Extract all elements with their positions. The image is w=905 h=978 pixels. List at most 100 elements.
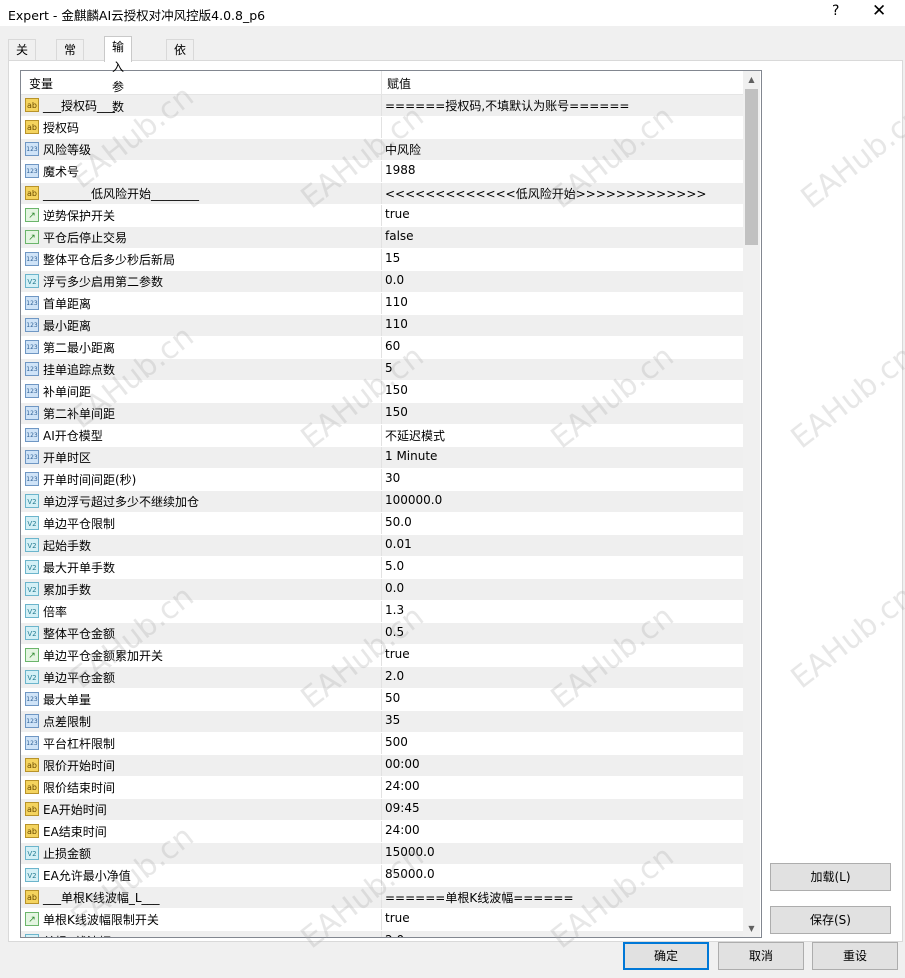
table-row[interactable]: 123 首单距离 110	[21, 293, 743, 315]
table-row[interactable]: V2 浮亏多少启用第二参数 0.0	[21, 271, 743, 293]
table-row[interactable]: 123 第二最小距离 60	[21, 337, 743, 359]
param-value[interactable]: 110	[385, 295, 408, 309]
table-row[interactable]: V2 起始手数 0.01	[21, 535, 743, 557]
table-row[interactable]: V2 单边平仓限制 50.0	[21, 513, 743, 535]
param-value[interactable]: true	[385, 911, 410, 925]
param-value[interactable]: 110	[385, 317, 408, 331]
table-row[interactable]: ab ___授权码___ ======授权码,不填默认为账号======	[21, 95, 743, 117]
param-value[interactable]: 24:00	[385, 779, 420, 793]
param-value[interactable]: 150	[385, 405, 408, 419]
table-row[interactable]: V2 止损金额 15000.0	[21, 843, 743, 865]
param-value[interactable]: 1988	[385, 163, 416, 177]
param-name: 止损金额	[43, 847, 92, 861]
scroll-down-icon[interactable]: ▼	[743, 920, 760, 937]
table-row[interactable]: 123 开单时区 1 Minute	[21, 447, 743, 469]
table-row[interactable]: ↗ 逆势保护开关 true	[21, 205, 743, 227]
double-type-icon: V2	[25, 560, 39, 574]
table-row[interactable]: ab 限价开始时间 00:00	[21, 755, 743, 777]
table-row[interactable]: ab EA结束时间 24:00	[21, 821, 743, 843]
header-value[interactable]: 赋值	[387, 75, 411, 92]
table-row[interactable]: 123 挂单追踪点数 5	[21, 359, 743, 381]
ok-button[interactable]: 确定	[623, 942, 709, 970]
save-button[interactable]: 保存(S)	[770, 906, 891, 934]
param-value[interactable]: 50.0	[385, 515, 412, 529]
load-button[interactable]: 加载(L)	[770, 863, 891, 891]
table-row[interactable]: 123 补单间距 150	[21, 381, 743, 403]
param-value[interactable]: 150	[385, 383, 408, 397]
table-row[interactable]: V2 倍率 1.3	[21, 601, 743, 623]
table-row[interactable]: 123 风险等级 中风险	[21, 139, 743, 161]
table-row[interactable]: 123 整体平仓后多少秒后新局 15	[21, 249, 743, 271]
table-row[interactable]: ab ________低风险开始________ <<<<<<<<<<<<<低风险开…	[21, 183, 743, 205]
table-row[interactable]: V2 单根K线波幅 2.0	[21, 931, 743, 937]
scroll-thumb[interactable]	[745, 89, 758, 245]
param-value[interactable]: 不延迟模式	[385, 427, 445, 444]
help-button[interactable]: ?	[832, 3, 839, 19]
tab-common[interactable]: 常用	[56, 39, 85, 77]
table-row[interactable]: 123 AI开仓模型 不延迟模式	[21, 425, 743, 447]
param-value[interactable]: 0.0	[385, 581, 404, 595]
table-row[interactable]: ↗ 平仓后停止交易 false	[21, 227, 743, 249]
table-row[interactable]: 123 点差限制 35	[21, 711, 743, 733]
table-row[interactable]: ab EA开始时间 09:45	[21, 799, 743, 821]
param-value[interactable]: ======单根K线波幅======	[385, 889, 574, 906]
vertical-scrollbar[interactable]: ▲ ▼	[743, 71, 760, 937]
param-value[interactable]: true	[385, 647, 410, 661]
param-name: 限价开始时间	[43, 759, 116, 773]
reset-button[interactable]: 重设	[812, 942, 898, 970]
param-value[interactable]: 60	[385, 339, 400, 353]
param-value[interactable]: 09:45	[385, 801, 420, 815]
param-value[interactable]: 0.01	[385, 537, 412, 551]
double-type-icon: V2	[25, 868, 39, 882]
header-variable[interactable]: 变量	[29, 75, 53, 92]
param-value[interactable]: 5.0	[385, 559, 404, 573]
table-row[interactable]: ↗ 单边平仓金额累加开关 true	[21, 645, 743, 667]
param-value[interactable]: 中风险	[385, 141, 421, 158]
param-value[interactable]: 24:00	[385, 823, 420, 837]
param-value[interactable]: 1 Minute	[385, 449, 437, 463]
param-value[interactable]: 500	[385, 735, 408, 749]
table-row[interactable]: V2 累加手数 0.0	[21, 579, 743, 601]
table-row[interactable]: 123 开单时间间距(秒) 30	[21, 469, 743, 491]
param-value[interactable]: 50	[385, 691, 400, 705]
tab-inputs[interactable]: 输入参数	[104, 36, 133, 114]
param-value[interactable]: true	[385, 207, 410, 221]
table-row[interactable]: V2 EA允许最小净值 85000.0	[21, 865, 743, 887]
param-value[interactable]: 35	[385, 713, 400, 727]
param-value[interactable]: false	[385, 229, 414, 243]
param-value[interactable]: 5	[385, 361, 393, 375]
table-row[interactable]: V2 整体平仓金额 0.5	[21, 623, 743, 645]
table-row[interactable]: ab 限价结束时间 24:00	[21, 777, 743, 799]
param-value[interactable]: 00:00	[385, 757, 420, 771]
scroll-up-icon[interactable]: ▲	[743, 71, 760, 88]
param-value[interactable]: 0.0	[385, 273, 404, 287]
param-value[interactable]: 2.0	[385, 669, 404, 683]
table-row[interactable]: 123 平台杠杆限制 500	[21, 733, 743, 755]
tab-about[interactable]: 关于	[8, 39, 37, 77]
tab-dependencies[interactable]: 依存关系	[166, 39, 195, 117]
param-value[interactable]: 1.3	[385, 603, 404, 617]
bool-type-icon: ↗	[25, 648, 39, 662]
param-value[interactable]: 30	[385, 471, 400, 485]
cancel-button[interactable]: 取消	[718, 942, 804, 970]
table-row[interactable]: 123 最大单量 50	[21, 689, 743, 711]
param-value[interactable]: 85000.0	[385, 867, 435, 881]
param-value[interactable]: 15	[385, 251, 400, 265]
close-button[interactable]: ✕	[872, 1, 886, 21]
parameter-grid[interactable]: 变量 赋值 ab ___授权码___ ======授权码,不填默认为账号======…	[20, 70, 762, 938]
param-value[interactable]: ======授权码,不填默认为账号======	[385, 97, 629, 114]
param-value[interactable]: 100000.0	[385, 493, 442, 507]
table-row[interactable]: V2 单边平仓金额 2.0	[21, 667, 743, 689]
table-row[interactable]: ab 授权码	[21, 117, 743, 139]
table-row[interactable]: V2 单边浮亏超过多少不继续加仓 100000.0	[21, 491, 743, 513]
table-row[interactable]: ab ___单根K线波幅_L___ ======单根K线波幅======	[21, 887, 743, 909]
table-row[interactable]: 123 第二补单间距 150	[21, 403, 743, 425]
table-row[interactable]: 123 最小距离 110	[21, 315, 743, 337]
table-row[interactable]: ↗ 单根K线波幅限制开关 true	[21, 909, 743, 931]
param-value[interactable]: <<<<<<<<<<<<<低风险开始>>>>>>>>>>>>>	[385, 185, 706, 202]
param-value[interactable]: 15000.0	[385, 845, 435, 859]
table-row[interactable]: 123 魔术号 1988	[21, 161, 743, 183]
table-row[interactable]: V2 最大开单手数 5.0	[21, 557, 743, 579]
param-value[interactable]: 2.0	[385, 933, 404, 937]
param-value[interactable]: 0.5	[385, 625, 404, 639]
